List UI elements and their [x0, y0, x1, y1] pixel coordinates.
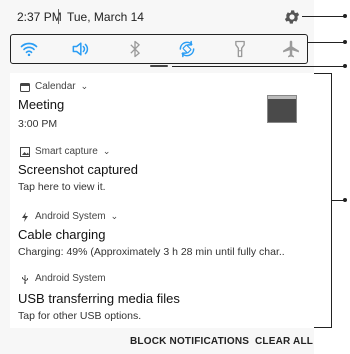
status-date: Tue, March 14 [67, 10, 144, 24]
notification-title: USB transferring media files [18, 291, 180, 306]
notification-text: Tap for other USB options. [18, 310, 142, 322]
sound-icon[interactable] [70, 39, 90, 59]
block-notifications-button[interactable]: BLOCK NOTIFICATIONS [130, 336, 249, 347]
status-separator [58, 9, 59, 24]
status-time: 2:37 PM [17, 10, 62, 24]
auto-rotate-icon[interactable] [177, 39, 197, 59]
usb-icon [22, 274, 28, 284]
callout-bracket-bottom [314, 327, 332, 328]
gear-icon[interactable] [283, 8, 301, 26]
callout-dot-settings [343, 14, 347, 18]
callout-bracket-top [314, 73, 332, 74]
image-icon [20, 146, 30, 157]
clear-all-button[interactable]: CLEAR ALL [255, 336, 313, 347]
thumbnail-titlebar [268, 96, 296, 99]
wifi-icon[interactable] [19, 39, 39, 59]
callout-dot-handle [343, 64, 347, 68]
app-name: Android System [35, 211, 106, 222]
notification-text: 3:00 PM [18, 118, 58, 130]
notification-usb[interactable]: Android System USB transferring media fi… [10, 265, 314, 328]
callout-dot-notifications [343, 198, 347, 202]
callout-line-settings [302, 16, 345, 17]
app-name: Calendar [35, 81, 76, 92]
callout-line-quick-settings [307, 42, 345, 43]
notification-smart-capture[interactable]: Smart capture ⌄ Screenshot captured Tap … [10, 138, 314, 204]
app-name: Smart capture [35, 146, 98, 157]
screenshot-thumbnail[interactable] [267, 95, 297, 123]
notification-cable-charging[interactable]: Android System ⌄ Cable charging Charging… [10, 203, 314, 266]
notification-text: Tap here to view it. [18, 181, 106, 193]
notification-header: Android System ⌄ [20, 211, 118, 222]
notification-header: Android System [20, 273, 106, 284]
app-name: Android System [35, 273, 106, 284]
notification-header: Calendar ⌄ [20, 81, 88, 92]
notification-title: Cable charging [18, 227, 106, 242]
quick-settings-bar [10, 34, 308, 64]
chevron-down-icon[interactable]: ⌄ [111, 211, 119, 222]
notification-text: Charging: 49% (Approximately 3 h 28 min … [18, 246, 285, 258]
calendar-icon [20, 82, 30, 92]
status-bar: 2:37 PM Tue, March 14 [0, 0, 314, 34]
callout-line-handle [172, 66, 345, 67]
notification-panel: 2:37 PM Tue, March 14 Calendar ⌄ Meeting… [0, 0, 314, 354]
flashlight-icon[interactable] [230, 39, 250, 59]
lightning-icon [22, 211, 28, 222]
notification-title: Meeting [18, 97, 65, 112]
notification-actions: BLOCK NOTIFICATIONS CLEAR ALL [0, 328, 314, 354]
notification-header: Smart capture ⌄ [20, 146, 110, 157]
airplane-mode-icon[interactable] [281, 39, 301, 59]
bluetooth-icon[interactable] [125, 39, 145, 59]
drag-handle[interactable] [150, 65, 168, 67]
chevron-down-icon[interactable]: ⌄ [103, 146, 111, 157]
callout-dot-quick-settings [343, 40, 347, 44]
notification-title: Screenshot captured [18, 162, 138, 177]
chevron-down-icon[interactable]: ⌄ [81, 81, 89, 92]
